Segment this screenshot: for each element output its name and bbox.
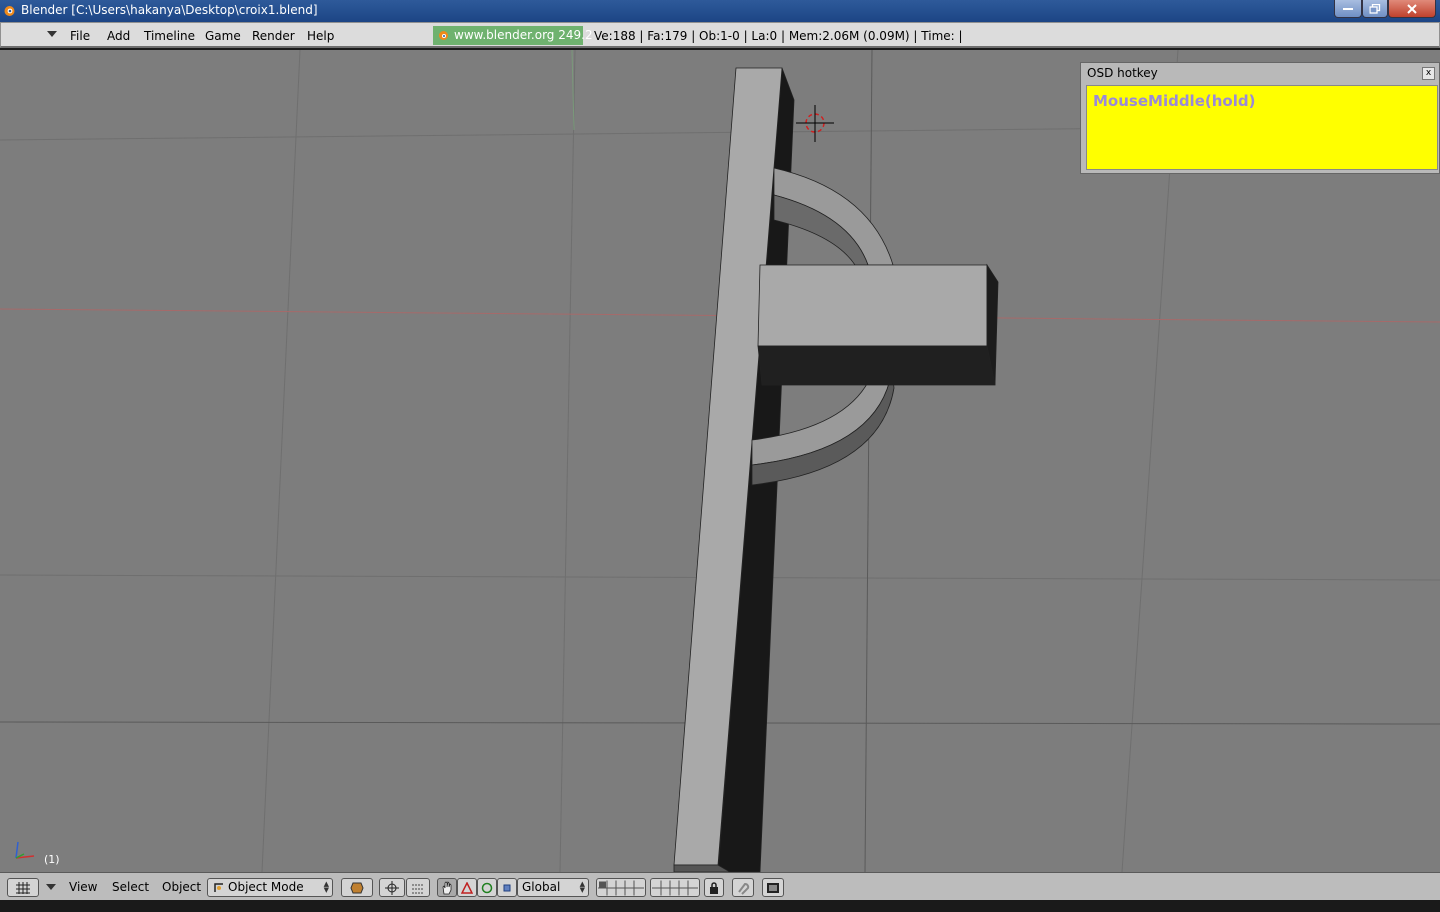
menu-select[interactable]: Select (112, 880, 149, 894)
pivot-options-button[interactable] (406, 878, 430, 897)
view-axis-icon (15, 841, 35, 859)
object-mode-icon (214, 883, 223, 892)
solid-shading-icon (350, 882, 364, 893)
osd-hotkey-display: MouseMiddle(hold) (1086, 85, 1438, 170)
layer-buttons-b[interactable] (650, 878, 700, 897)
layer-grid-icon (652, 880, 698, 895)
blender-logo-icon (439, 31, 448, 40)
mode-select-value: Object Mode (228, 880, 304, 894)
triangle-red-icon (461, 881, 473, 894)
3d-cursor (796, 105, 834, 142)
close-icon (1407, 3, 1417, 14)
osd-close-button[interactable]: x (1422, 67, 1435, 80)
menu-file[interactable]: File (70, 29, 90, 43)
top-header: File Add Timeline Game Render Help www.b… (0, 22, 1440, 48)
lock-layers-button[interactable] (704, 878, 724, 897)
translate-manipulator[interactable] (457, 878, 477, 897)
layer-grid-icon (598, 880, 644, 895)
menu-help[interactable]: Help (307, 29, 334, 43)
editor-type-button[interactable] (7, 878, 39, 897)
osd-hotkey-text: MouseMiddle(hold) (1093, 92, 1256, 110)
menu-game[interactable]: Game (205, 29, 241, 43)
lock-icon (710, 881, 718, 894)
window-titlebar: Blender [C:\Users\hakanya\Desktop\croix1… (0, 0, 1440, 22)
viewport-header: View Select Object Object Mode ▲ ▼ Globa… (0, 872, 1440, 900)
menu-render[interactable]: Render (252, 29, 295, 43)
dotted-grid-icon (412, 884, 424, 893)
restore-icon (1369, 3, 1381, 14)
scale-manipulator[interactable] (497, 878, 517, 897)
square-blue-icon (503, 884, 511, 891)
header-collapse-icon[interactable] (47, 31, 57, 37)
minimize-button[interactable] (1334, 0, 1362, 18)
osd-title: OSD hotkey (1087, 66, 1158, 80)
pivot-crosshair-icon (385, 880, 399, 895)
cross-mesh (673, 67, 999, 872)
manipulator-toggle[interactable] (437, 878, 457, 897)
menu-timeline[interactable]: Timeline (144, 29, 195, 43)
updown-arrows-icon: ▲ ▼ (323, 880, 329, 894)
window-title: Blender [C:\Users\hakanya\Desktop\croix1… (21, 3, 318, 17)
current-frame-label: (1) (44, 853, 60, 866)
maximize-button[interactable] (1362, 0, 1388, 18)
render-preview-button[interactable] (762, 878, 784, 897)
rotate-manipulator[interactable] (477, 878, 497, 897)
pivot-button[interactable] (379, 878, 405, 897)
close-window-button[interactable] (1388, 0, 1436, 18)
menu-add[interactable]: Add (107, 29, 130, 43)
scene-stats: Ve:188 | Fa:179 | Ob:1-0 | La:0 | Mem:2.… (594, 29, 963, 43)
minimize-icon (1343, 7, 1353, 10)
render-icon (767, 882, 779, 893)
blender-site-label: www.blender.org 249.2 (454, 28, 593, 42)
blender-site-link[interactable]: www.blender.org 249.2 (433, 26, 593, 45)
header-collapse-icon[interactable] (46, 884, 56, 890)
osd-hotkey-panel: OSD hotkey x MouseMiddle(hold) (1080, 62, 1440, 174)
menu-object[interactable]: Object (162, 880, 201, 894)
blender-app-icon (4, 6, 15, 16)
hand-icon (442, 880, 452, 894)
grid-editor-icon (16, 881, 30, 894)
mode-select[interactable]: Object Mode ▲ ▼ (207, 878, 333, 897)
menu-view[interactable]: View (69, 880, 97, 894)
draw-type-button[interactable] (341, 878, 373, 897)
orientation-select-value: Global (522, 880, 561, 894)
magnet-icon (738, 882, 750, 895)
bottom-border (0, 900, 1440, 912)
updown-arrows-icon: ▲ ▼ (579, 880, 585, 894)
layer-buttons-a[interactable] (596, 878, 646, 897)
snap-button[interactable] (732, 878, 754, 897)
y-axis-line (571, 50, 575, 131)
circle-green-icon (481, 882, 493, 893)
orientation-select[interactable]: Global ▲ ▼ (517, 878, 589, 897)
